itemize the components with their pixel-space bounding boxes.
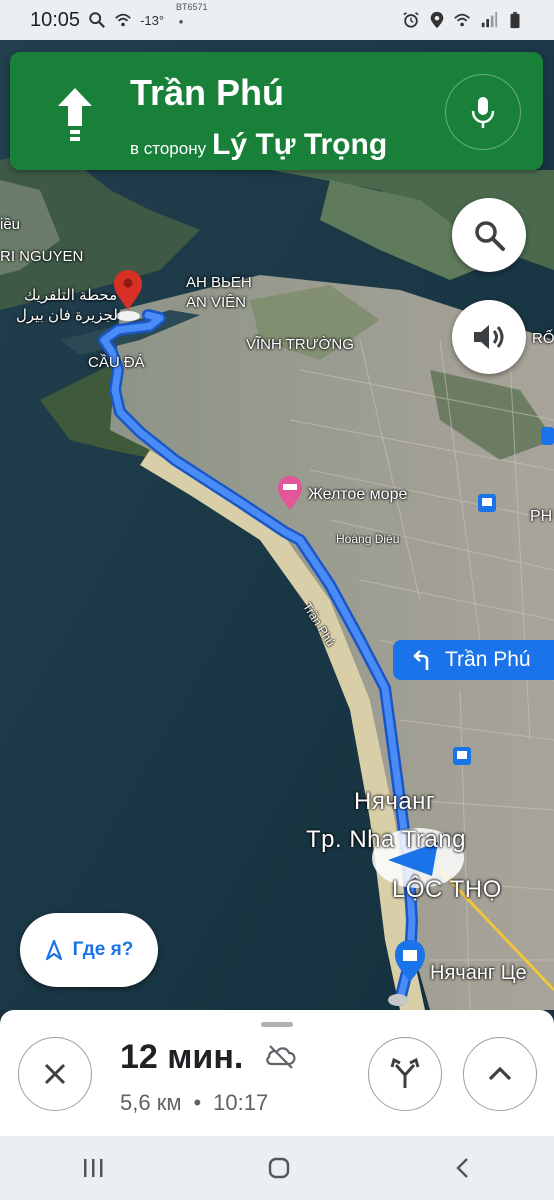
map-label: VĨNH TRƯỜNG — [246, 336, 354, 353]
eta-separator: • — [193, 1090, 202, 1115]
search-icon — [475, 221, 505, 251]
bus-stop-icon[interactable] — [541, 427, 554, 445]
map-label: محطة التلفريك — [24, 287, 118, 304]
carrier-text: BT6571 — [176, 2, 208, 12]
eta-distance: 5,6 км — [120, 1090, 182, 1115]
map-label: RI NGUYEN — [0, 248, 84, 265]
upcoming-turn-chip[interactable]: Trần Phú — [393, 640, 554, 680]
home-icon[interactable] — [267, 1156, 291, 1180]
system-navigation-bar — [0, 1136, 554, 1200]
expand-sheet-button[interactable] — [463, 1037, 537, 1111]
map-label: PH — [530, 508, 553, 525]
next-street-name: Trần Phú — [130, 72, 285, 113]
eta-details: 5,6 км • 10:17 — [120, 1090, 268, 1116]
map-label: iều — [0, 216, 21, 233]
toward-direction: в сторону Lý Tự Trọng — [130, 128, 387, 162]
battery-icon — [510, 11, 520, 29]
eta-duration: 12 мин. — [120, 1038, 244, 1076]
search-icon — [89, 12, 106, 28]
where-am-i-button[interactable]: Где я? — [20, 913, 158, 987]
bus-stop-icon[interactable] — [478, 494, 496, 512]
wifi-calling-icon — [454, 13, 470, 27]
map-label: AH BЬEH — [186, 274, 252, 291]
status-time: 10:05 — [30, 8, 81, 31]
road-label: Hoàng Diệu — [336, 532, 400, 546]
turn-chip-label: Trần Phú — [445, 648, 531, 671]
voice-search-button[interactable] — [445, 74, 521, 150]
back-icon[interactable] — [453, 1156, 473, 1180]
toward-street: Lý Tự Trọng — [212, 128, 388, 161]
map-label: Нячанг — [354, 788, 436, 815]
trip-summary-sheet[interactable]: 12 мин. 5,6 км • 10:17 — [0, 1010, 554, 1136]
recent-apps-icon[interactable] — [81, 1157, 105, 1179]
dot-icon — [179, 20, 183, 24]
location-icon — [430, 11, 444, 29]
drag-handle[interactable] — [261, 1022, 293, 1027]
map-label: Нячанг Це — [430, 962, 527, 984]
temperature: -13° — [140, 12, 165, 28]
map-label: CẦU ĐÁ — [88, 354, 145, 371]
satellite-map[interactable]: iều RI NGUYEN محطة التلفريك لجزيرة فان ب… — [0, 40, 554, 1010]
wifi-icon — [115, 13, 131, 27]
map-canvas — [0, 40, 554, 1010]
offline-cloud-icon — [266, 1045, 296, 1069]
close-icon — [44, 1063, 66, 1085]
turn-left-icon — [413, 650, 429, 670]
destination-pin-icon[interactable] — [114, 270, 142, 321]
exit-navigation-button[interactable] — [18, 1037, 92, 1111]
map-label: AN VIÊN — [186, 294, 247, 311]
straight-arrow-icon — [58, 88, 92, 141]
signal-icon — [481, 11, 498, 28]
bus-stop-icon[interactable] — [453, 747, 471, 765]
navigation-arrow-icon — [45, 939, 62, 961]
chevron-up-icon — [488, 1066, 512, 1081]
navigation-instruction-card[interactable]: Trần Phú в сторону Lý Tự Trọng — [10, 52, 543, 170]
alarm-icon — [403, 12, 419, 28]
map-label: Желтое море — [308, 486, 408, 503]
where-am-i-label: Где я? — [72, 939, 134, 960]
volume-icon — [474, 325, 504, 349]
toward-prefix: в сторону — [130, 139, 207, 158]
map-label: Tp. Nha Trang — [306, 826, 466, 853]
search-along-route-button[interactable] — [452, 198, 526, 272]
map-label: لجزيرة فان بيرل — [16, 307, 118, 324]
fork-route-icon — [390, 1057, 420, 1088]
route-start-dot — [388, 994, 408, 1006]
alternate-routes-button[interactable] — [368, 1037, 442, 1111]
map-label: RỐ — [532, 330, 554, 347]
eta-arrival-time: 10:17 — [213, 1090, 269, 1115]
microphone-icon — [471, 97, 495, 128]
status-bar: 10:05 -13° BT6571 — [0, 0, 554, 40]
sound-button[interactable] — [452, 300, 526, 374]
map-label: LỘC THỌ — [392, 876, 502, 903]
